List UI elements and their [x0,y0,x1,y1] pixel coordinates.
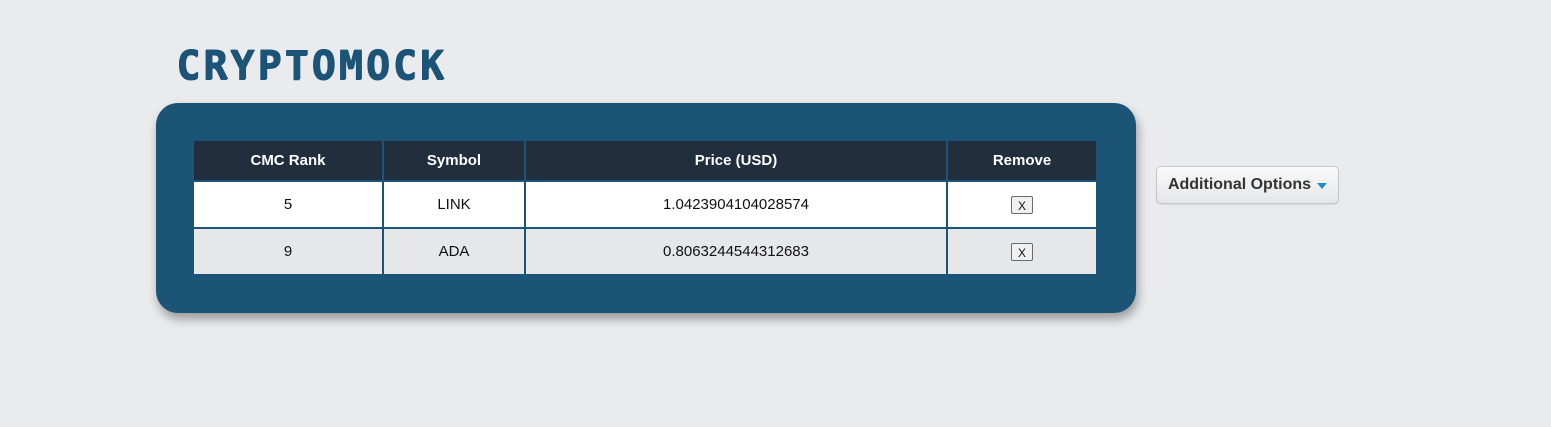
app-logo: CRYPTOMOCK [176,43,447,89]
remove-button[interactable]: X [1011,242,1033,261]
remove-cell: X [946,228,1096,274]
caret-down-icon [1317,182,1328,189]
coin-table: CMC Rank Symbol Price (USD) Remove 5 LIN… [194,141,1096,274]
rank-cell: 5 [194,181,384,229]
symbol-cell: LINK [382,181,526,229]
additional-options-label: Additional Options [1167,176,1312,193]
watchlist-panel: CMC Rank Symbol Price (USD) Remove 5 LIN… [156,103,1136,313]
column-header-rank: CMC Rank [194,141,384,182]
table-row: 5 LINK 1.0423904104028574 X [194,181,1096,229]
table-row: 9 ADA 0.8063244544312683 X [194,228,1096,274]
rank-cell: 9 [194,228,384,274]
remove-button[interactable]: X [1011,195,1033,214]
column-header-remove: Remove [946,141,1096,182]
price-cell: 0.8063244544312683 [524,228,948,274]
additional-options-button[interactable]: Additional Options [1156,166,1339,204]
table-header-row: CMC Rank Symbol Price (USD) Remove [194,141,1096,182]
symbol-cell: ADA [382,228,526,274]
column-header-price: Price (USD) [524,141,948,182]
price-cell: 1.0423904104028574 [524,181,948,229]
column-header-symbol: Symbol [382,141,526,182]
remove-cell: X [946,181,1096,229]
